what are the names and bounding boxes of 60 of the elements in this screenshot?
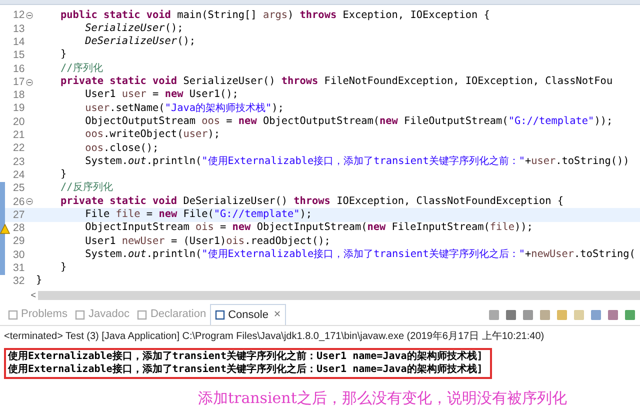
line-number: 29	[13, 236, 25, 247]
code-line: //序列化	[60, 64, 103, 74]
code-line: private static void DeSerializeUser() throws IOException, ClassNotFoundException {	[60, 196, 564, 207]
line-number: 27	[13, 210, 25, 220]
code-line: User1 newUser = (User1)ois.readObject();	[84, 236, 330, 247]
code-line: ObjectOutputStream oos = new ObjectOutputStream(new FileOutputStream("G://template"));	[84, 116, 613, 128]
code-line: }	[60, 50, 67, 61]
line-number: 24	[13, 170, 25, 180]
code-line: System.out.println("使用Externalizable接口，添加了transient关键字序列化之前："+user.toString())	[84, 156, 630, 168]
console-status: <terminated> Test (3) [Java Application] C:\Program Files\Java\jdk1.8.0_171\bin\javaw.exe (2019年6月17日 上午10:21:40)	[3, 330, 546, 344]
line-number: 12	[13, 10, 25, 21]
line-number: 26	[13, 196, 25, 208]
line-number: 25	[13, 183, 25, 194]
line-number: 23	[13, 156, 25, 168]
line-number: 21	[13, 130, 25, 141]
line-number: 17	[13, 76, 25, 88]
line-number: 16	[13, 64, 25, 74]
collapse-icon[interactable]	[26, 198, 33, 206]
view-icon	[8, 310, 18, 320]
close-icon[interactable]: ✕	[273, 308, 282, 322]
annotation-text: 添加transient之后，那么没有变化，说明没有被序列化	[198, 388, 568, 410]
code-line: private static void SerializeUser() throws FileNotFoundException, IOException, ClassNotFou	[60, 77, 613, 88]
line-number: 30	[13, 250, 25, 260]
code-line: }	[60, 170, 67, 180]
line-number: 13	[13, 24, 25, 34]
code-line: oos.writeObject(user);	[84, 130, 220, 140]
code-line: ObjectInputStream ois = new ObjectInputStream(new FileInputStream(file));	[84, 223, 533, 234]
line-number: 22	[13, 143, 25, 154]
line-number: 20	[13, 116, 25, 128]
collapse-icon[interactable]	[26, 78, 33, 86]
code-line: SerializeUser();	[84, 24, 184, 34]
code-line: System.out.println("使用Externalizable接口，添加了transient关键字序列化之后："+newUser.toString(	[84, 250, 636, 260]
view-icon	[75, 310, 86, 320]
line-number: 15	[13, 50, 25, 61]
line-number: 28	[13, 223, 25, 234]
code-line: //反序列化	[60, 183, 113, 194]
code-line: }	[36, 276, 42, 287]
line-number: 18	[13, 90, 25, 101]
console-view-tab[interactable]: Declaration	[133, 304, 210, 326]
code-line: }	[60, 263, 67, 274]
line-number: 14	[13, 36, 25, 48]
line-number: 19	[13, 103, 25, 114]
code-line: oos.close();	[84, 144, 159, 154]
scroll-left-arrow[interactable]: <	[30, 291, 36, 300]
code-line: user.setName("Java的架构师技术栈");	[84, 104, 284, 114]
line-number: 31	[13, 263, 25, 274]
console-view-tab[interactable]: Problems	[4, 304, 72, 326]
code-line: DeSerializeUser();	[84, 37, 196, 48]
console-view-tab[interactable]: Javadoc	[71, 304, 134, 326]
horizontal-scrollbar[interactable]	[38, 291, 640, 300]
view-icon	[137, 310, 148, 320]
code-line: File file = new File("G://template");	[84, 210, 312, 220]
view-icon	[215, 310, 226, 320]
code-line: User1 user = new User1();	[84, 90, 238, 101]
console-view-tab[interactable]: Console ✕	[210, 304, 286, 326]
line-number: 32	[13, 276, 25, 287]
collapse-icon[interactable]	[26, 12, 33, 20]
console-output-line: 使用Externalizable接口，添加了transient关键字序列化之前：User1 name=Java的架构师技术栈]	[8, 351, 484, 363]
console-output-line: 使用Externalizable接口，添加了transient关键字序列化之后：User1 name=Java的架构师技术栈]	[8, 364, 484, 376]
code-line: public static void main(String[] args) throws Exception, IOException {	[60, 10, 490, 21]
